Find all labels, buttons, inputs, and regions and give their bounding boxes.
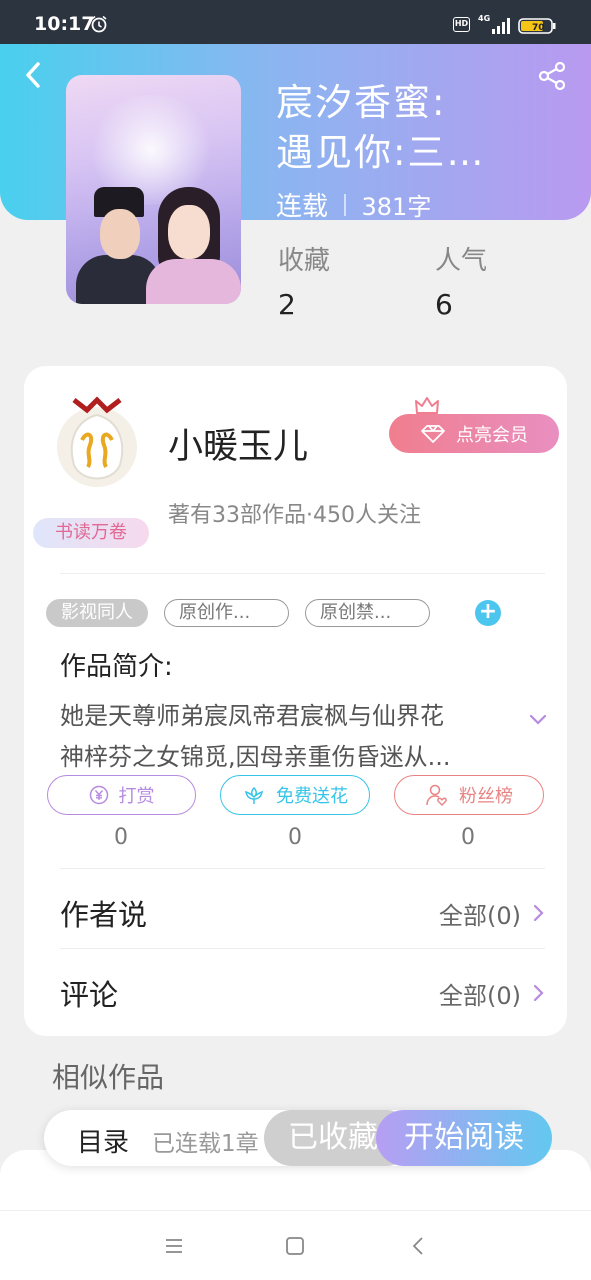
crown-icon	[415, 397, 439, 414]
vip-button[interactable]: 点亮会员	[389, 414, 559, 453]
popularity-label: 人气	[435, 246, 488, 276]
serial-status: 连载	[276, 192, 329, 222]
send-flower-label: 免费送花	[276, 786, 348, 807]
network-label: 4G	[478, 14, 491, 23]
popularity-value: 6	[435, 288, 453, 321]
alarm-icon	[91, 15, 107, 33]
tag-list: 影视同人 原创作... 原创禁...	[46, 599, 430, 627]
back-nav-icon[interactable]	[408, 1235, 430, 1257]
cover-figure-face	[100, 209, 140, 259]
system-nav-bar	[0, 1210, 591, 1280]
user-heart-icon	[426, 784, 447, 806]
tag-item[interactable]: 原创作...	[164, 599, 289, 627]
vip-button-label: 点亮会员	[456, 424, 528, 446]
divider	[60, 868, 545, 869]
author-says-row[interactable]: 作者说 全部(0)	[60, 893, 545, 933]
signal-icon	[492, 18, 510, 34]
cover-figure-woman	[146, 259, 241, 304]
author-says-label: 作者说	[60, 898, 148, 932]
book-title-line1: 宸汐香蜜:	[276, 81, 447, 124]
tip-label: 打赏	[118, 786, 155, 807]
favorites-value: 2	[278, 288, 296, 321]
author-says-count: 全部(0)	[439, 901, 521, 930]
toc-button[interactable]: 目录	[77, 1122, 129, 1159]
author-meta: 著有33部作品·450人关注	[168, 503, 421, 528]
similar-works-title: 相似作品	[52, 1061, 165, 1094]
book-title: 宸汐香蜜: 遇见你:三…	[276, 78, 536, 178]
battery-level: 70	[532, 23, 545, 33]
word-count: 381字	[361, 193, 432, 221]
book-title-line2: 遇见你:三…	[276, 131, 486, 174]
hd-icon: HD	[453, 17, 470, 32]
fan-count: 0	[461, 825, 475, 850]
tip-button[interactable]: 打赏	[47, 775, 196, 815]
comments-count: 全部(0)	[439, 981, 521, 1010]
flower-count: 0	[288, 825, 302, 850]
battery-icon: 70	[518, 18, 556, 34]
menu-icon[interactable]	[163, 1235, 185, 1257]
comments-row[interactable]: 评论 全部(0)	[60, 973, 545, 1013]
tag-item[interactable]: 原创禁...	[305, 599, 430, 627]
send-flower-button[interactable]: 免费送花	[220, 775, 370, 815]
book-status: 连载 381字	[276, 186, 431, 223]
start-reading-button[interactable]: 开始阅读	[376, 1110, 552, 1166]
chevron-right-icon	[533, 984, 544, 1002]
status-bar: 10:17 HD 4G 70	[0, 0, 591, 44]
divider	[60, 948, 545, 949]
author-level-badge: 书读万卷	[33, 518, 149, 548]
share-icon[interactable]	[536, 60, 568, 92]
yuan-coin-icon	[89, 785, 108, 805]
status-divider	[344, 193, 346, 216]
home-icon[interactable]	[284, 1235, 306, 1257]
fan-ranking-label: 粉丝榜	[459, 786, 513, 807]
divider	[60, 573, 545, 574]
back-icon[interactable]	[20, 58, 48, 92]
author-name[interactable]: 小暖玉儿	[168, 418, 308, 469]
intro-line: 神梓芬之女锦觅,因母亲重伤昏迷从...	[60, 743, 451, 771]
chevron-down-icon[interactable]	[528, 712, 548, 728]
author-avatar[interactable]	[52, 395, 142, 490]
tag-item[interactable]: 影视同人	[46, 599, 148, 627]
diamond-icon	[421, 424, 445, 443]
fan-ranking-button[interactable]: 粉丝榜	[394, 775, 544, 815]
cover-figure-woman-face	[168, 205, 210, 259]
toc-chapter-count: 已连载1章	[152, 1131, 259, 1157]
clock: 10:17	[34, 13, 95, 35]
comments-label: 评论	[60, 978, 119, 1012]
intro-text[interactable]: 她是天尊师弟宸凤帝君宸枫与仙界花 神梓芬之女锦觅,因母亲重伤昏迷从...	[60, 696, 510, 778]
intro-line: 她是天尊师弟宸凤帝君宸枫与仙界花	[60, 702, 444, 730]
chevron-right-icon	[533, 904, 544, 922]
favorites-label: 收藏	[278, 246, 331, 276]
add-tag-button[interactable]: +	[475, 600, 501, 626]
flower-icon	[245, 786, 263, 804]
book-cover[interactable]	[66, 75, 241, 304]
intro-title: 作品简介:	[60, 652, 173, 682]
tip-count: 0	[114, 825, 128, 850]
